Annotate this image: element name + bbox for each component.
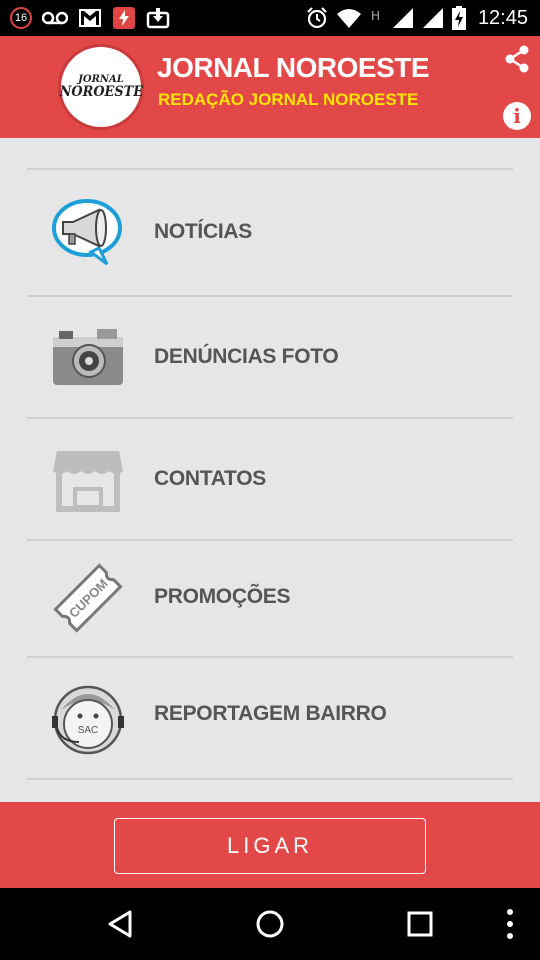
coupon-icon: CUPOM xyxy=(53,563,123,633)
notification-count-badge: 16 xyxy=(10,7,32,29)
app-notification-icon xyxy=(113,7,135,29)
h-network-icon: H xyxy=(371,9,380,23)
app-subtitle: REDAÇÃO JORNAL NOROESTE xyxy=(158,90,419,109)
home-button[interactable] xyxy=(250,904,290,944)
sac-headset-icon: SAC xyxy=(52,685,124,755)
logo-line2: NOROESTE xyxy=(59,84,143,100)
menu-item-denuncias-foto[interactable]: DENÚNCIAS FOTO xyxy=(27,297,513,417)
back-icon xyxy=(108,910,132,938)
menu-item-promocoes[interactable]: CUPOM PROMOÇÕES xyxy=(27,541,513,657)
signal-icon xyxy=(422,8,443,28)
alarm-icon xyxy=(307,7,327,29)
storefront-icon xyxy=(53,451,123,512)
share-icon xyxy=(505,45,529,73)
voicemail-icon xyxy=(42,11,68,25)
status-system: H 12:45 xyxy=(306,4,528,32)
status-notifications: 16 xyxy=(10,4,170,32)
download-icon xyxy=(146,8,170,29)
menu-item-contatos[interactable]: CONTATOS xyxy=(27,419,513,539)
menu-item-label: REPORTAGEM BAIRRO xyxy=(154,702,387,725)
app-title: JORNAL NOROESTE xyxy=(157,52,430,83)
menu-item-label: DENÚNCIAS FOTO xyxy=(154,345,339,368)
recents-icon xyxy=(407,911,433,937)
info-button[interactable]: i xyxy=(503,102,531,130)
overflow-menu-icon xyxy=(507,909,513,939)
back-button[interactable] xyxy=(100,904,140,944)
status-bar: 16 H 12:45 xyxy=(0,0,540,36)
svg-text:H: H xyxy=(371,9,380,23)
recents-button[interactable] xyxy=(400,904,440,944)
menu-item-label: CONTATOS xyxy=(154,467,266,490)
menu-divider xyxy=(27,778,513,780)
status-time: 12:45 xyxy=(477,6,528,29)
menu-item-noticias[interactable]: NOTÍCIAS xyxy=(27,170,513,296)
overflow-menu-button[interactable] xyxy=(490,904,530,944)
camera-icon xyxy=(53,329,123,385)
menu-item-label: NOTÍCIAS xyxy=(154,220,252,243)
signal-icon xyxy=(392,8,413,28)
main-menu: NOTÍCIAS DENÚNCIAS FOTO CONTATOS CUPOM P… xyxy=(0,138,540,802)
app-header: JORNAL NOROESTE JORNAL NOROESTE REDAÇÃO … xyxy=(0,36,540,138)
bottom-action-bar: LIGAR xyxy=(0,802,540,888)
share-button[interactable] xyxy=(502,44,532,74)
system-nav-bar xyxy=(0,888,540,960)
call-button[interactable]: LIGAR xyxy=(114,818,426,874)
megaphone-icon xyxy=(52,199,122,266)
wifi-icon xyxy=(336,9,361,28)
menu-item-label: PROMOÇÕES xyxy=(154,585,291,608)
app-logo: JORNAL NOROESTE xyxy=(58,44,144,130)
home-icon xyxy=(256,910,284,938)
battery-charging-icon xyxy=(451,6,466,30)
sac-text: SAC xyxy=(78,725,99,736)
info-icon: i xyxy=(513,104,521,128)
menu-item-reportagem-bairro[interactable]: SAC REPORTAGEM BAIRRO xyxy=(27,658,513,778)
gmail-icon xyxy=(79,9,101,27)
